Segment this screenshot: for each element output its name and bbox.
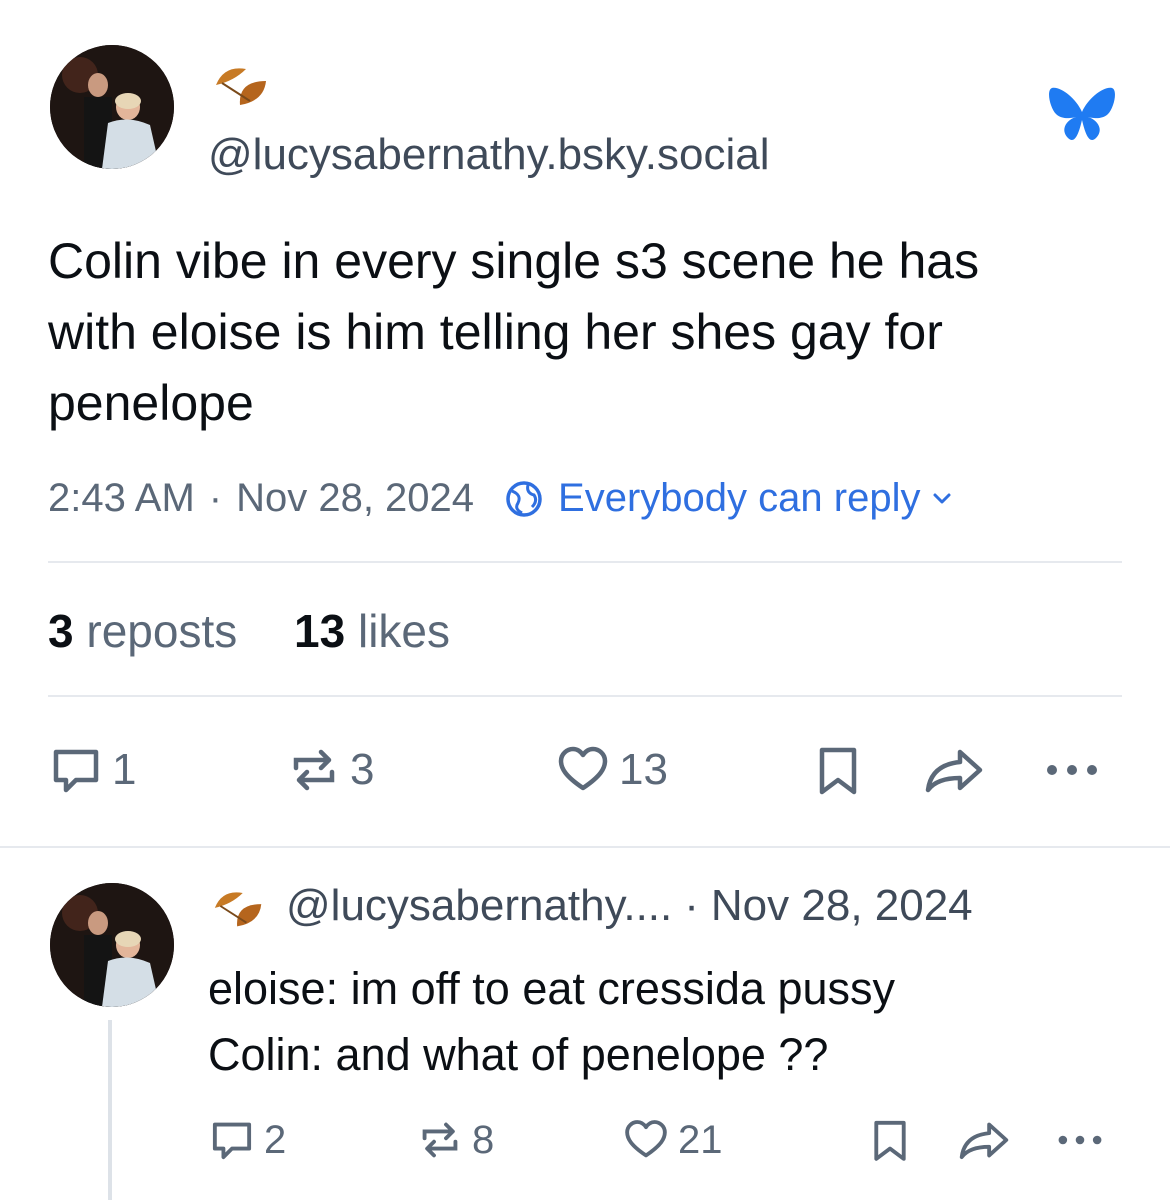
thread-line [108,1020,112,1200]
reply-button[interactable]: 1 [48,742,136,798]
reply-icon [208,1116,256,1164]
bookmark-button[interactable] [810,742,866,798]
post-text-line: Colin vibe in every single s3 scene he h… [48,233,980,289]
more-button[interactable] [1040,742,1104,798]
reply-meta-separator: · [684,881,699,930]
post-text-line: penelope [48,375,254,431]
post-text-line: with eloise is him telling her shes gay … [48,304,943,360]
reply-more-button[interactable] [1052,1116,1108,1164]
post-text: Colin vibe in every single s3 scene he h… [48,226,1138,439]
bluesky-butterfly-icon[interactable] [1048,84,1116,146]
reply-like-count: 21 [678,1117,723,1162]
share-button[interactable] [922,742,986,798]
reply-text-line: eloise: im off to eat cressida pussy [208,963,895,1014]
heart-icon [622,1116,670,1164]
globe-icon [504,479,544,519]
bookmark-icon [866,1116,914,1164]
reply-text: eloise: im off to eat cressida pussy Col… [208,956,1138,1088]
reply-reply-count: 2 [264,1117,287,1162]
reply-header: @lucysabernathy.... · Nov 28, 2024 [208,880,973,932]
author-avatar[interactable] [50,45,174,169]
reply-repost-button[interactable]: 8 [416,1116,494,1164]
reposts-label: reposts [86,605,238,657]
chevron-down-icon [932,492,952,506]
reply-setting-button[interactable]: Everybody can reply [504,476,952,521]
meta-separator: · [208,476,223,520]
divider [0,846,1170,848]
more-icon [1040,742,1104,798]
reply-text-line: Colin: and what of penelope ?? [208,1029,829,1080]
post-meta: 2:43 AM · Nov 28, 2024 Everybody can rep… [48,476,952,521]
repost-icon [416,1116,464,1164]
reply-share-button[interactable] [956,1116,1012,1164]
post-date: Nov 28, 2024 [236,476,475,520]
likes-count: 13 [294,605,346,657]
leaf-emoji-icon [208,880,270,932]
likes-label: likes [357,605,450,657]
leaf-emoji-icon [210,55,274,111]
post-stats: 3 reposts 13 likes [48,604,450,658]
reply-bookmark-button[interactable] [866,1116,914,1164]
reply-repost-count: 8 [472,1117,495,1162]
divider [48,561,1122,563]
share-icon [922,742,986,798]
post-time: 2:43 AM [48,476,195,520]
author-handle[interactable]: @lucysabernathy.bsky.social [208,130,770,180]
reposts-count: 3 [48,605,74,657]
reply-count: 1 [112,745,137,794]
reply-author-handle[interactable]: @lucysabernathy.... [286,881,672,931]
heart-icon [555,742,611,798]
likes-stat[interactable]: 13 likes [294,605,450,657]
reposts-stat[interactable]: 3 reposts [48,605,250,657]
reply-reply-button[interactable]: 2 [208,1116,286,1164]
repost-count: 3 [350,745,375,794]
reply-setting-label: Everybody can reply [558,476,921,520]
like-button[interactable]: 13 [555,742,668,798]
bookmark-icon [810,742,866,798]
share-icon [956,1116,1012,1164]
reply-author-avatar[interactable] [50,883,174,1007]
reply-date[interactable]: Nov 28, 2024 [711,881,973,931]
repost-button[interactable]: 3 [286,742,374,798]
repost-icon [286,742,342,798]
divider [48,695,1122,697]
more-icon [1052,1116,1108,1164]
reply-icon [48,742,104,798]
like-count: 13 [619,745,668,794]
reply-like-button[interactable]: 21 [622,1116,723,1164]
